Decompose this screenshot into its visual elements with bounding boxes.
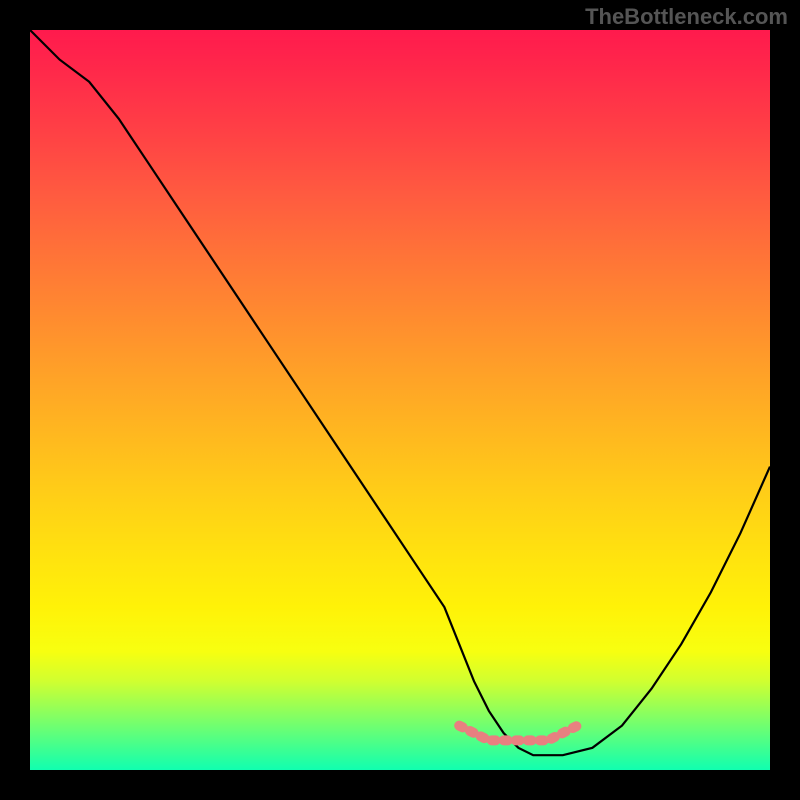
highlight-band-line <box>459 726 577 741</box>
chart-svg <box>30 30 770 770</box>
bottleneck-curve-line <box>30 30 770 755</box>
chart-plot-area <box>30 30 770 770</box>
watermark-text: TheBottleneck.com <box>585 4 788 30</box>
